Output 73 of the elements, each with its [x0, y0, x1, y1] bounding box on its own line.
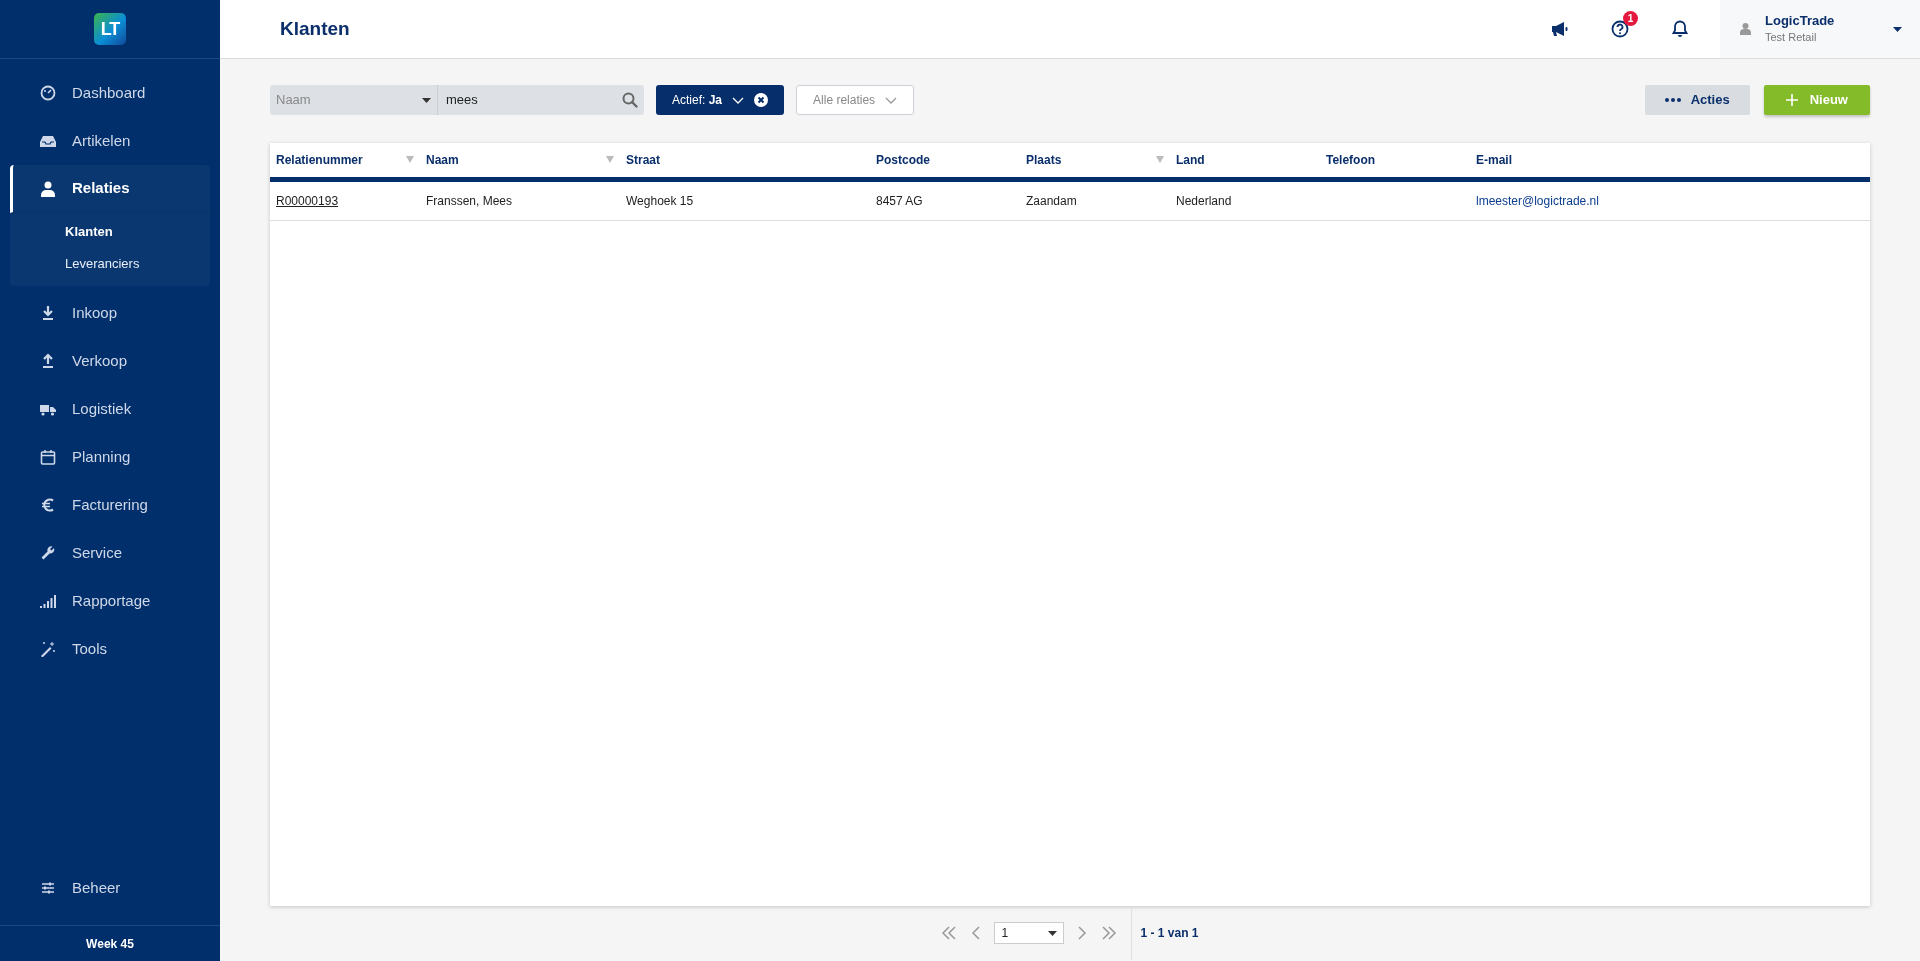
- sidebar-item[interactable]: Rapportage: [10, 577, 210, 625]
- filter-icon[interactable]: [406, 156, 414, 164]
- last-page-icon[interactable]: [1101, 926, 1118, 940]
- column-header[interactable]: Straat: [620, 143, 870, 179]
- relation-number-link[interactable]: R00000193: [276, 193, 339, 208]
- euro-icon: [40, 497, 56, 513]
- notification-count: 1: [1623, 11, 1638, 26]
- next-page-icon[interactable]: [1078, 926, 1088, 940]
- sidebar-item[interactable]: Relaties: [10, 165, 210, 213]
- user-icon: [1740, 23, 1751, 35]
- sidebar-item[interactable]: Inkoop: [10, 289, 210, 337]
- page-select[interactable]: 1: [994, 922, 1065, 944]
- sidebar-item[interactable]: Verkoop: [10, 337, 210, 385]
- table-cell: 8457 AG: [870, 179, 1020, 220]
- table-cell: Franssen, Mees: [420, 179, 620, 220]
- sidebar-item[interactable]: Artikelen: [10, 117, 210, 165]
- column-header[interactable]: E-mail: [1470, 143, 1870, 179]
- actions-button[interactable]: Acties: [1644, 85, 1750, 115]
- caret-icon: [1893, 26, 1902, 32]
- column-header[interactable]: Relatienummer: [270, 143, 420, 179]
- sidebar-item[interactable]: Service: [10, 529, 210, 577]
- plus-icon: [1785, 94, 1798, 106]
- table-cell: Zaandam: [1020, 179, 1170, 220]
- sliders-icon: [40, 880, 56, 896]
- table-cell: Nederland: [1170, 179, 1320, 220]
- megaphone-icon[interactable]: [1551, 21, 1569, 37]
- calendar-icon: [40, 449, 56, 465]
- magic-wand-icon: [40, 641, 56, 657]
- submenu-item[interactable]: Klanten: [10, 216, 210, 248]
- gauge-icon: [40, 85, 56, 101]
- clear-icon[interactable]: [754, 93, 769, 107]
- previous-page-icon[interactable]: [971, 926, 981, 940]
- page-title: Klanten: [280, 16, 351, 41]
- relations-dropdown[interactable]: Alle relaties: [796, 85, 915, 115]
- caret-icon: [422, 97, 431, 103]
- download-icon: [40, 305, 56, 321]
- upload-icon: [40, 353, 56, 369]
- submenu-item[interactable]: Leveranciers: [10, 247, 210, 280]
- sidebar-item[interactable]: Logistiek: [10, 385, 210, 433]
- column-header[interactable]: Land: [1170, 143, 1320, 179]
- caret-icon: [1048, 930, 1058, 936]
- sidebar-item[interactable]: Dashboard: [10, 69, 210, 117]
- bell-icon[interactable]: [1672, 20, 1688, 38]
- wrench-icon: [40, 545, 56, 561]
- page-summary: 1 - 1 van 1: [1131, 906, 1199, 960]
- sidebar-item[interactable]: Facturering: [10, 481, 210, 529]
- filter-icon[interactable]: [606, 156, 614, 164]
- chevron-icon: [732, 96, 745, 104]
- column-header[interactable]: Naam: [420, 143, 620, 179]
- sidebar-item[interactable]: Planning: [10, 433, 210, 481]
- inbox-icon: [40, 133, 56, 149]
- user-menu[interactable]: LogicTrade Test Retail: [1720, 0, 1920, 58]
- sidebar-item[interactable]: Beheer: [10, 864, 210, 912]
- bar-chart-icon: [40, 593, 56, 609]
- user-icon: [40, 180, 56, 197]
- first-page-icon[interactable]: [941, 926, 958, 940]
- email-link[interactable]: lmeester@logictrade.nl: [1476, 193, 1599, 208]
- week-label: Week 45: [0, 925, 220, 961]
- search-icon[interactable]: [621, 92, 638, 108]
- search-field[interactable]: mees: [438, 85, 644, 115]
- help-icon[interactable]: [1611, 20, 1629, 38]
- user-name: LogicTrade: [1765, 12, 1836, 29]
- company-name: Test Retail: [1765, 29, 1818, 45]
- app-logo: LT: [94, 13, 126, 45]
- sidebar-item[interactable]: Tools: [10, 625, 210, 673]
- chevron-icon: [885, 96, 898, 104]
- table-cell: Weghoek 15: [620, 179, 870, 220]
- dots-icon: [1664, 98, 1681, 102]
- filter-chip[interactable]: Actief: Ja: [656, 85, 785, 115]
- column-header[interactable]: Telefoon: [1320, 143, 1470, 179]
- filter-icon[interactable]: [1156, 156, 1164, 164]
- column-header[interactable]: Postcode: [870, 143, 1020, 179]
- column-header[interactable]: Plaats: [1020, 143, 1170, 179]
